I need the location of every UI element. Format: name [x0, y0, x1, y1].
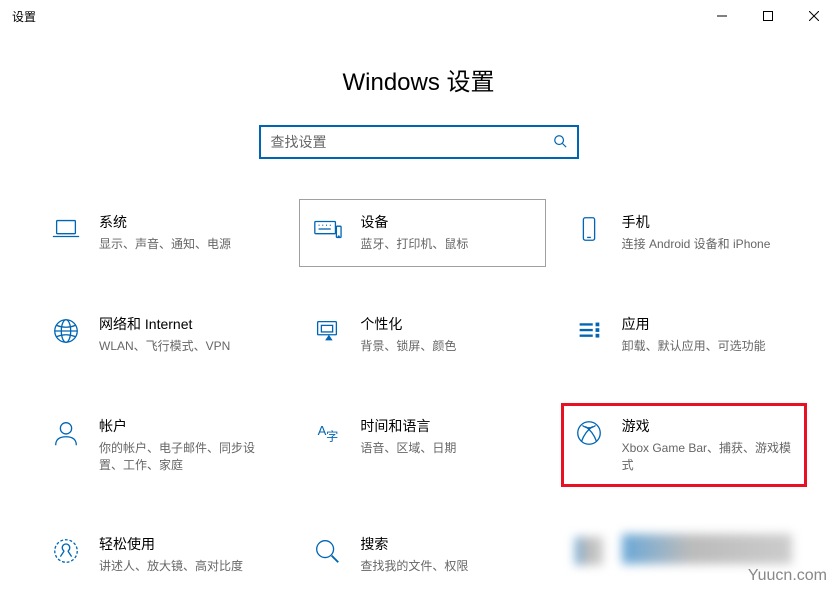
- window-controls: [699, 0, 837, 32]
- category-desc: 你的帐户、电子邮件、同步设置、工作、家庭: [99, 440, 273, 474]
- search-input[interactable]: 查找设置: [259, 125, 579, 159]
- category-title: 应用: [622, 314, 796, 334]
- person-icon: [49, 416, 83, 450]
- category-title: 游戏: [622, 416, 796, 436]
- category-desc: Xbox Game Bar、捕获、游戏模式: [622, 440, 796, 474]
- category-desc: 查找我的文件、权限: [360, 558, 534, 575]
- blurred-icon: [572, 534, 606, 568]
- category-tile-network[interactable]: 网络和 Internet WLAN、飞行模式、VPN: [38, 301, 284, 369]
- category-title: 个性化: [360, 314, 534, 334]
- ease-icon: [49, 534, 83, 568]
- category-desc: 显示、声音、通知、电源: [99, 236, 273, 253]
- page-title: Windows 设置: [0, 62, 837, 97]
- category-desc: 背景、锁屏、颜色: [360, 338, 534, 355]
- category-tile-ease[interactable]: 轻松使用讲述人、放大镜、高对比度: [38, 521, 284, 589]
- category-tile-time[interactable]: A字时间和语言语音、区域、日期: [299, 403, 545, 487]
- category-desc: 连接 Android 设备和 iPhone: [622, 236, 796, 253]
- category-tile-apps[interactable]: 应用卸载、默认应用、可选功能: [561, 301, 807, 369]
- minimize-button[interactable]: [699, 0, 745, 32]
- category-tile-accounts[interactable]: 帐户你的帐户、电子邮件、同步设置、工作、家庭: [38, 403, 284, 487]
- category-title: 时间和语言: [360, 416, 534, 436]
- category-desc: 讲述人、放大镜、高对比度: [99, 558, 273, 575]
- language-icon: A字: [310, 416, 344, 450]
- category-tile-devices[interactable]: 设备蓝牙、打印机、鼠标: [299, 199, 545, 267]
- category-tile-personalization[interactable]: 个性化背景、锁屏、颜色: [299, 301, 545, 369]
- category-desc: WLAN、飞行模式、VPN: [99, 338, 273, 355]
- category-title: 轻松使用: [99, 534, 273, 554]
- category-title: 搜索: [360, 534, 534, 554]
- category-title: 手机: [622, 212, 796, 232]
- maximize-button[interactable]: [745, 0, 791, 32]
- phone-icon: [572, 212, 606, 246]
- category-tile-system[interactable]: 系统显示、声音、通知、电源: [38, 199, 284, 267]
- category-desc: 卸载、默认应用、可选功能: [622, 338, 796, 355]
- close-button[interactable]: [791, 0, 837, 32]
- category-tile-phone[interactable]: 手机连接 Android 设备和 iPhone: [561, 199, 807, 267]
- magnifier-icon: [310, 534, 344, 568]
- search-icon: [553, 134, 567, 151]
- category-desc: 语音、区域、日期: [360, 440, 534, 457]
- category-title: 系统: [99, 212, 273, 232]
- category-title: 帐户: [99, 416, 273, 436]
- xbox-icon: [572, 416, 606, 450]
- category-title: 网络和 Internet: [99, 314, 273, 334]
- category-tile-search-cat[interactable]: 搜索查找我的文件、权限: [299, 521, 545, 589]
- svg-text:字: 字: [326, 429, 338, 444]
- category-desc: 蓝牙、打印机、鼠标: [360, 236, 534, 253]
- window-title: 设置: [12, 8, 36, 25]
- search-wrap: 查找设置: [0, 125, 837, 159]
- category-title: 设备: [360, 212, 534, 232]
- categories-grid: 系统显示、声音、通知、电源设备蓝牙、打印机、鼠标手机连接 Android 设备和…: [0, 199, 837, 589]
- keyboard-icon: [310, 212, 344, 246]
- laptop-icon: [49, 212, 83, 246]
- titlebar: 设置: [0, 0, 837, 32]
- category-tile-gaming[interactable]: 游戏 Xbox Game Bar、捕获、游戏模式: [561, 403, 807, 487]
- search-placeholder: 查找设置: [271, 132, 553, 152]
- watermark: Yuucn.com: [748, 567, 827, 585]
- apps-icon: [572, 314, 606, 348]
- globe-icon: [49, 314, 83, 348]
- brush-icon: [310, 314, 344, 348]
